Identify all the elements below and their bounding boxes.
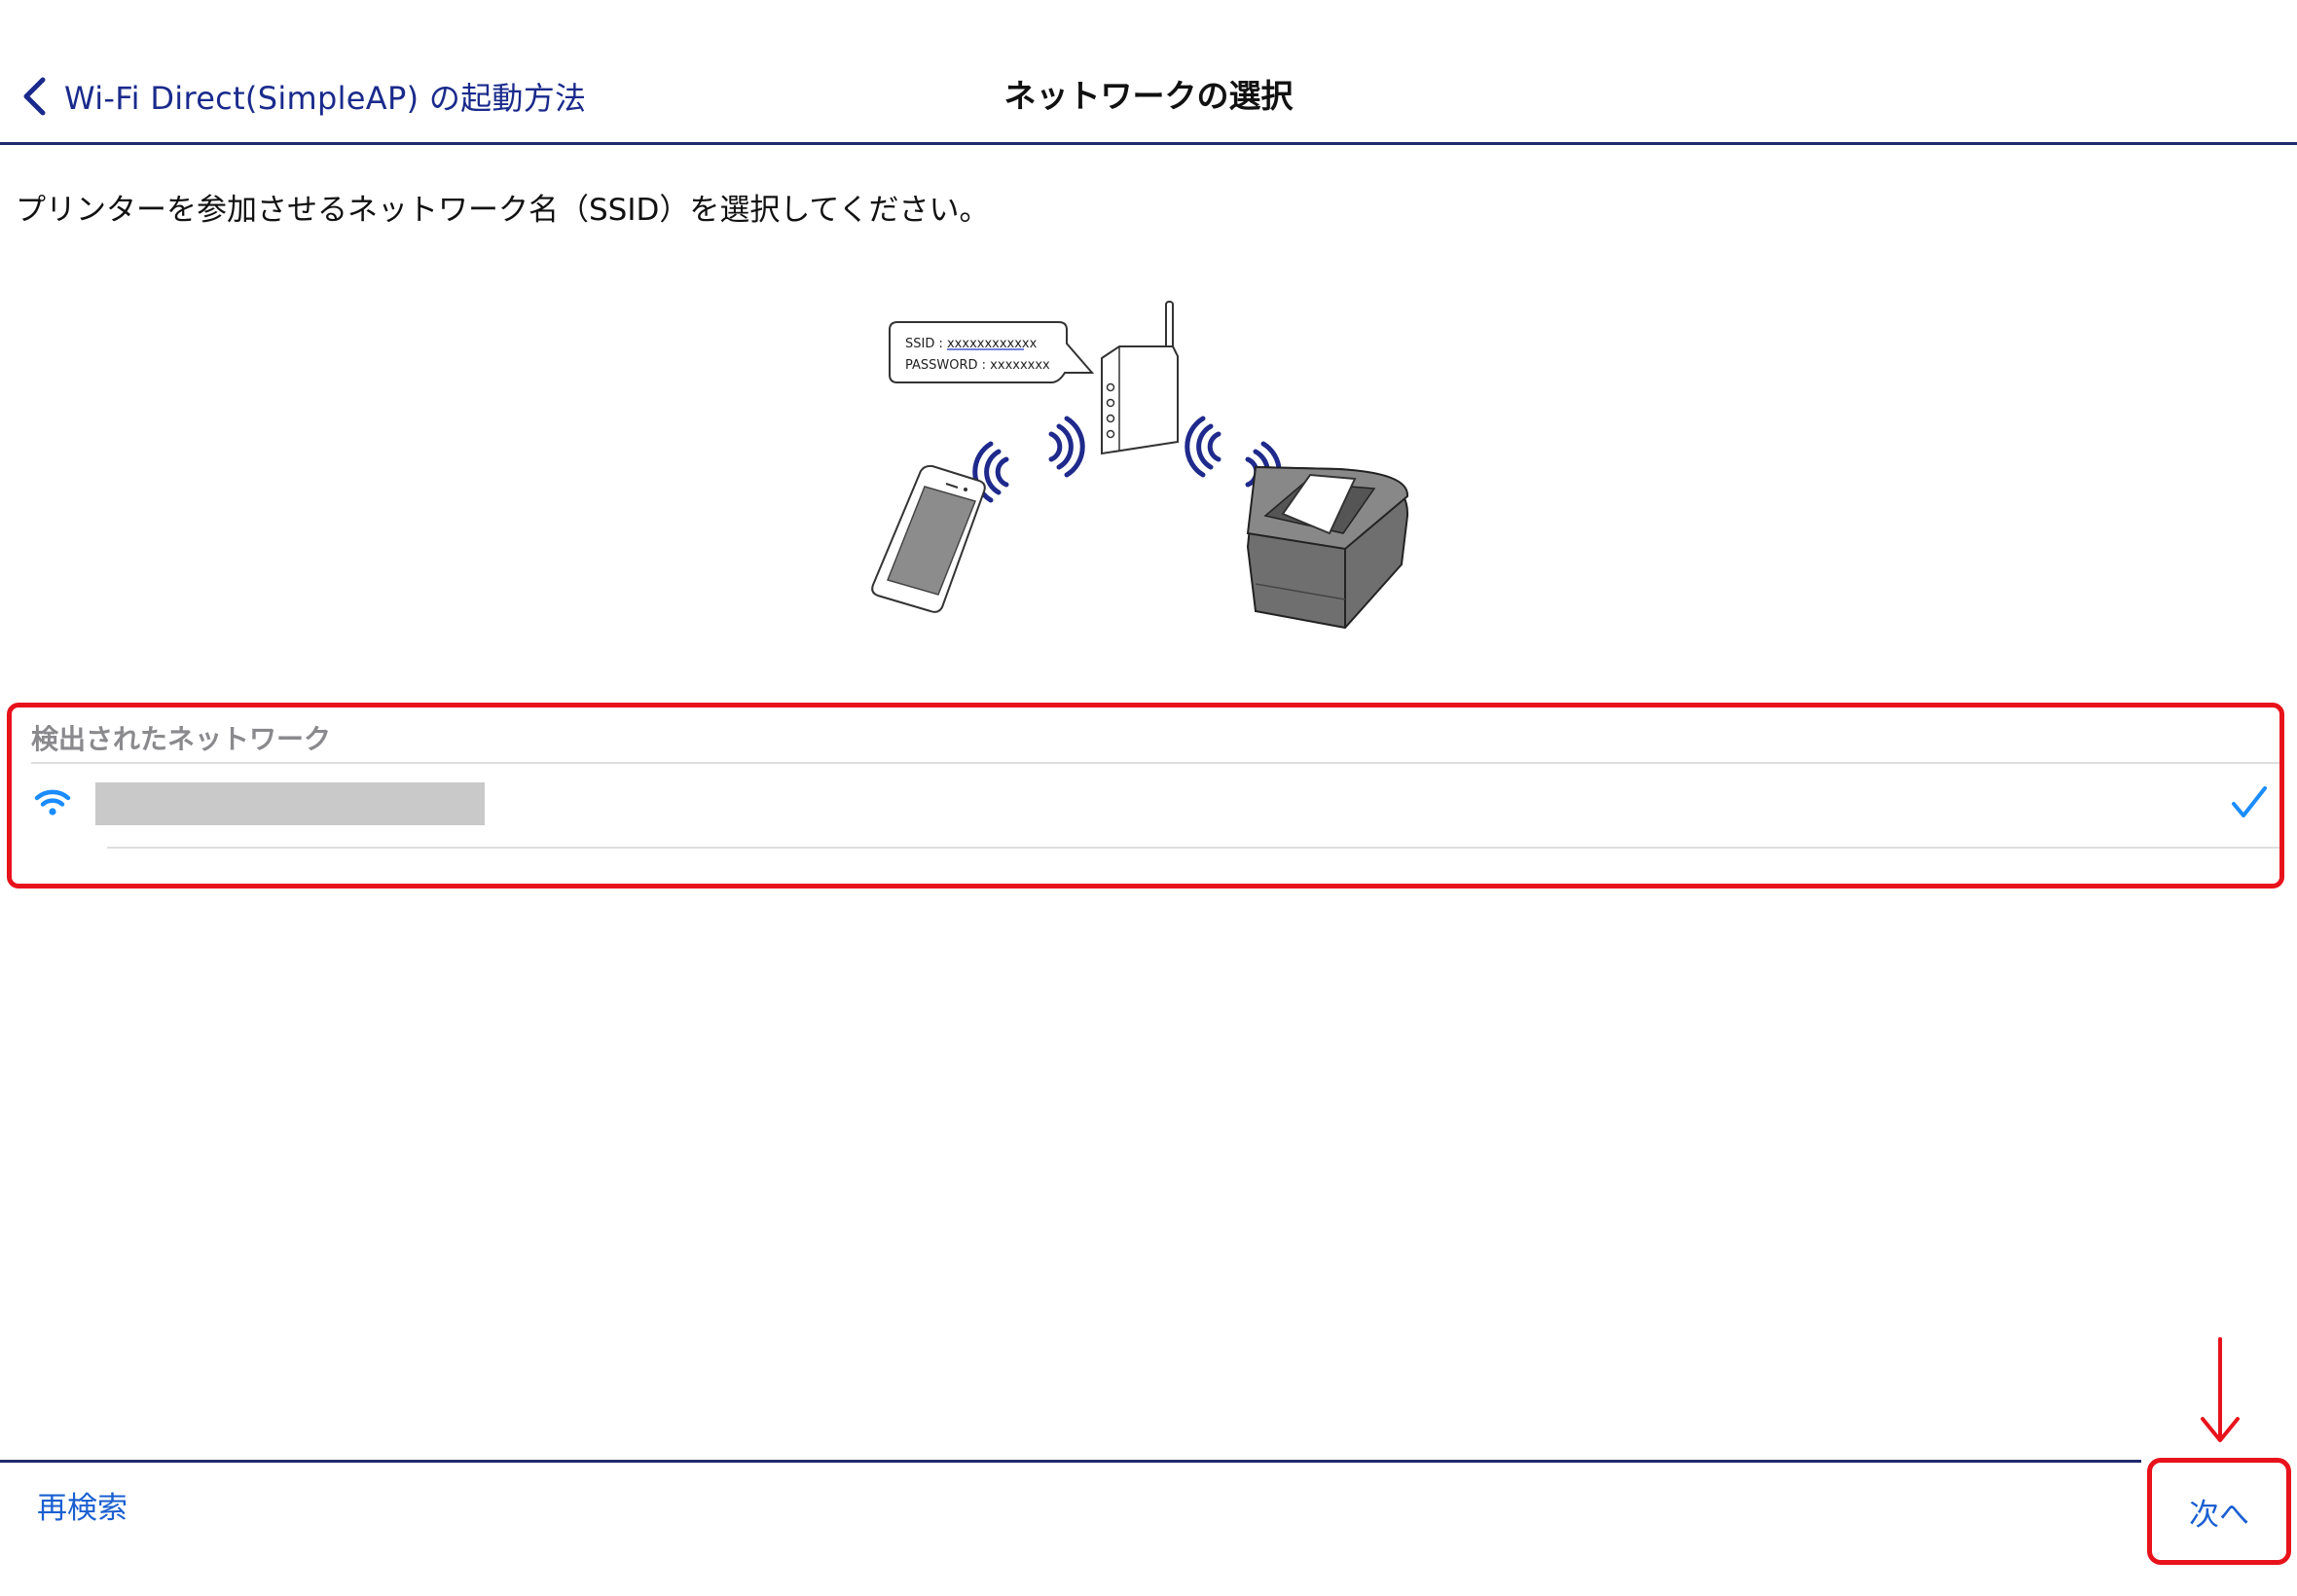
next-button-label: 次へ — [2189, 1497, 2249, 1533]
tablet-icon — [871, 464, 986, 613]
network-row[interactable] — [31, 769, 2279, 841]
page-title: ネットワークの選択 — [1003, 77, 1294, 115]
instruction-text: プリンターを参加させるネットワーク名（SSID）を選択してください。 — [16, 193, 990, 228]
bubble-password-text: PASSWORD : xxxxxxxx — [905, 358, 1050, 373]
router-icon — [1101, 301, 1179, 455]
printer-icon — [1246, 465, 1409, 630]
down-arrow-annotation-icon — [2201, 1337, 2240, 1442]
wifi-icon — [34, 789, 71, 816]
next-button[interactable]: 次へ — [2147, 1458, 2291, 1565]
toolbar-divider — [0, 1460, 2141, 1463]
row-divider — [107, 847, 2279, 849]
rescan-button[interactable]: 再検索 — [37, 1489, 128, 1528]
section-divider — [31, 762, 2279, 764]
checkmark-icon — [2232, 786, 2267, 817]
credentials-bubble: SSID : xxxxxxxxxxxx PASSWORD : xxxxxxxx — [889, 321, 1095, 383]
network-ssid-redacted — [95, 782, 485, 825]
section-header: 検出されたネットワーク — [31, 723, 332, 755]
network-illustration: SSID : xxxxxxxxxxxx PASSWORD : xxxxxxxx — [871, 301, 1409, 630]
nav-divider — [0, 142, 2297, 145]
